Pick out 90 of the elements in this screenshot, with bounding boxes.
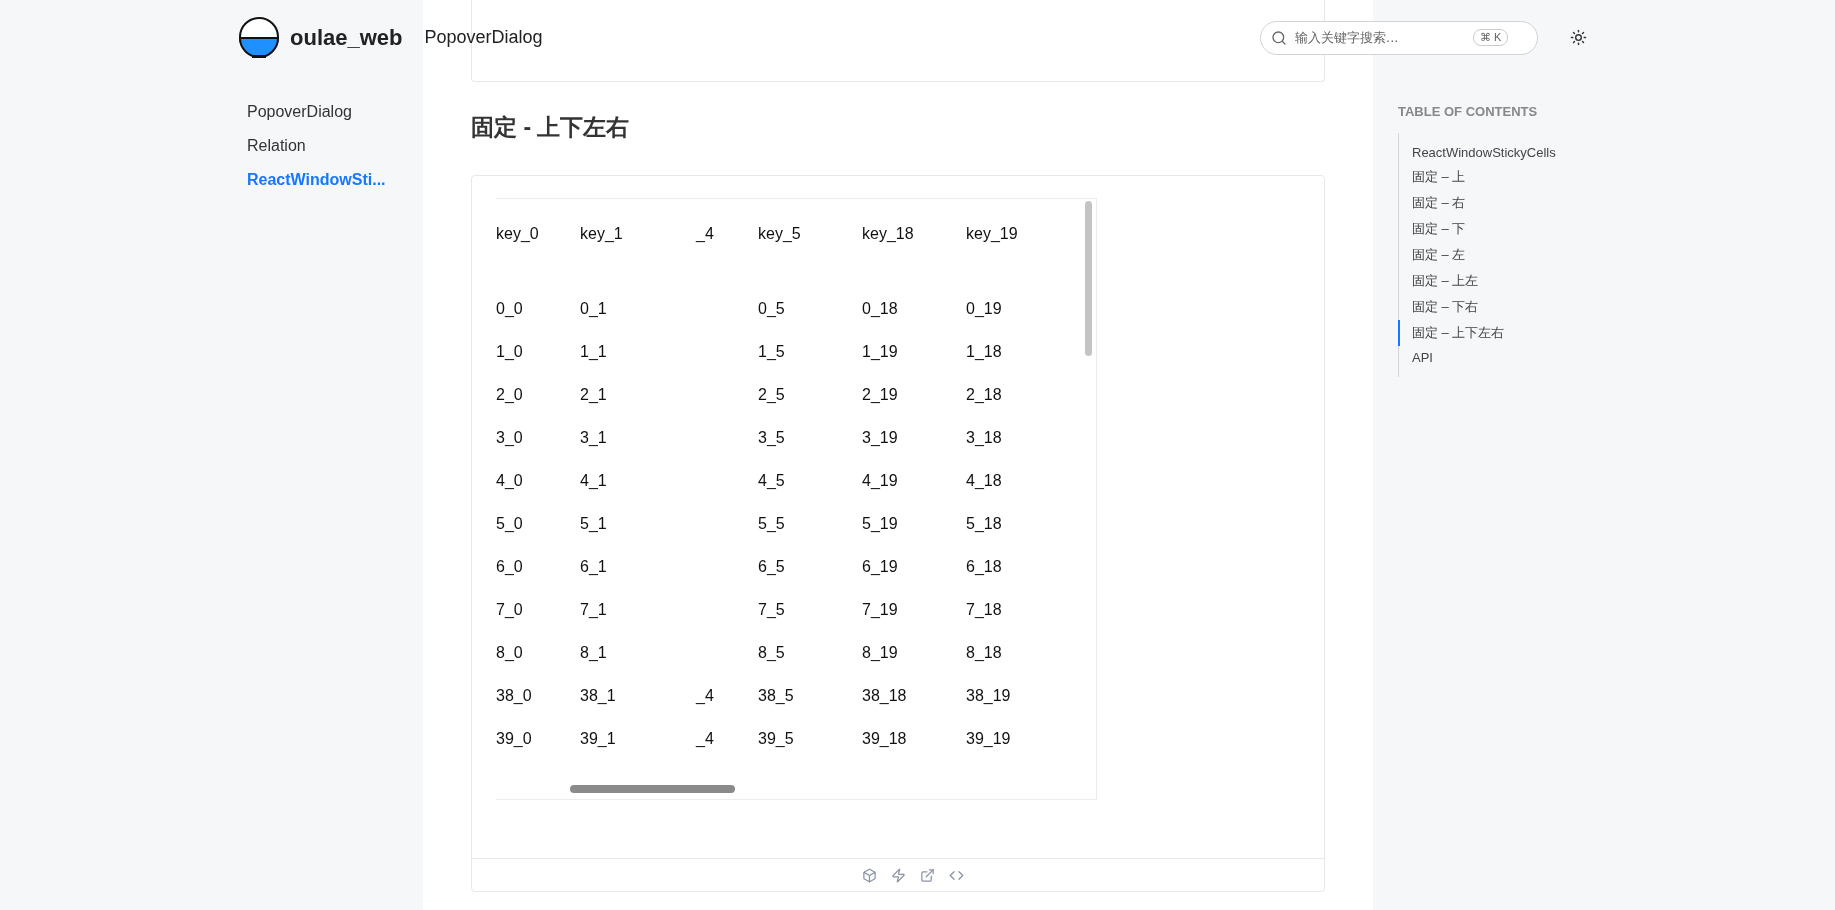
table-cell-text: 39_0 <box>496 730 533 749</box>
vertical-scrollbar[interactable] <box>1085 201 1092 356</box>
table-cell-text: 1_0 <box>496 343 524 362</box>
table-cell-text: 0_0 <box>496 300 524 319</box>
table-cell-text: 6_1 <box>580 558 608 577</box>
table-cell-text: 4_18 <box>966 472 1003 491</box>
table-cell-text: 6_5 <box>758 558 786 577</box>
table-cell-text: 8_0 <box>496 644 524 663</box>
column-header: key_1 <box>580 225 624 244</box>
toc-item[interactable]: 固定 – 左 <box>1398 242 1835 268</box>
table-cell-text: 4_1 <box>580 472 608 491</box>
column-header: _4 <box>696 225 715 244</box>
table-cell-text: 4_0 <box>496 472 524 491</box>
page-title: PopoverDialog <box>424 27 543 48</box>
table-cell-text: 5_18 <box>966 515 1003 534</box>
table-cell-text: 5_1 <box>580 515 608 534</box>
table-cell-text: 2_0 <box>496 386 524 405</box>
table-cell-text: 8_1 <box>580 644 608 663</box>
table-cell-text: 39_18 <box>862 730 908 749</box>
table-cell-text: 38_18 <box>862 687 908 706</box>
table-cell-text: 3_19 <box>862 429 899 448</box>
table-cell-text: 1_5 <box>758 343 786 362</box>
site-name[interactable]: oulae_web <box>290 24 403 51</box>
table-cell-text: 5_19 <box>862 515 899 534</box>
table-cell-text: 38_0 <box>496 687 533 706</box>
sidebar-item[interactable]: Relation <box>247 137 423 155</box>
column-header: key_0 <box>496 225 540 244</box>
cube-icon[interactable] <box>862 867 877 883</box>
theme-toggle-icon[interactable] <box>1570 29 1587 46</box>
toc-title: TABLE OF CONTENTS <box>1398 104 1539 119</box>
table-cell-text: 7_0 <box>496 601 524 620</box>
table-cell-text: _4 <box>696 730 715 749</box>
toc-item[interactable]: API <box>1398 346 1835 369</box>
table-cell-text: 4_5 <box>758 472 786 491</box>
table-cell-text: 39_1 <box>580 730 617 749</box>
table-cell-text: 7_19 <box>862 601 899 620</box>
column-header: key_19 <box>966 225 1019 244</box>
table-cell-text: 38_1 <box>580 687 617 706</box>
table-cell-text: 3_1 <box>580 429 608 448</box>
toc-item[interactable]: 固定 – 上下左右 <box>1398 320 1835 346</box>
table-cell-text: 5_0 <box>496 515 524 534</box>
table-cell-text: 8_5 <box>758 644 786 663</box>
column-header: key_18 <box>862 225 915 244</box>
table-cell-text: 7_5 <box>758 601 786 620</box>
column-header: key_5 <box>758 225 802 244</box>
table-cell-text: 8_18 <box>966 644 1003 663</box>
table-cell-text: 39_19 <box>966 730 1012 749</box>
horizontal-scrollbar[interactable] <box>570 785 735 793</box>
table-cell-text: 0_18 <box>862 300 899 319</box>
table-cell-text: 2_5 <box>758 386 786 405</box>
table-cell-text: _4 <box>696 687 715 706</box>
table-cell-text: 1_18 <box>966 343 1003 362</box>
table-cell-text: 8_19 <box>862 644 899 663</box>
table-cell-text: 39_5 <box>758 730 795 749</box>
toc-item[interactable]: 固定 – 下右 <box>1398 294 1835 320</box>
table-cell-text: 6_0 <box>496 558 524 577</box>
lightning-icon[interactable] <box>891 867 906 883</box>
table-cell-text: 2_19 <box>862 386 899 405</box>
sidebar-item[interactable]: PopoverDialog <box>247 103 423 121</box>
logo-icon <box>238 16 280 59</box>
search-input[interactable]: 输入关键字搜索... <box>1295 30 1465 45</box>
table-cell-text: 3_5 <box>758 429 786 448</box>
table-cell-text: 6_18 <box>966 558 1003 577</box>
external-link-icon[interactable] <box>920 867 935 883</box>
table-cell-text: 38_5 <box>758 687 795 706</box>
table-cell-text: 0_19 <box>966 300 1003 319</box>
shortcut-hint: ⌘ K <box>1473 29 1509 46</box>
table-cell-text: 4_19 <box>862 472 899 491</box>
table-cell-text: 6_19 <box>862 558 899 577</box>
toc-item[interactable]: 固定 – 右 <box>1398 190 1835 216</box>
table-cell-text: 1_1 <box>580 343 608 362</box>
table-cell-text: 38_19 <box>966 687 1012 706</box>
table-cell-text: 0_5 <box>758 300 786 319</box>
search-icon <box>1271 29 1287 46</box>
table-cell-text: 2_18 <box>966 386 1003 405</box>
table-cell-text: 1_19 <box>862 343 899 362</box>
search-field[interactable]: 输入关键字搜索... ⌘ K <box>1260 20 1538 55</box>
table-cell-text: 0_1 <box>580 300 608 319</box>
table-cell-text: 3_0 <box>496 429 524 448</box>
toc-item[interactable]: 固定 – 上左 <box>1398 268 1835 294</box>
table-cell-text: 2_1 <box>580 386 608 405</box>
table-cell-text: 3_18 <box>966 429 1003 448</box>
section-heading: 固定 - 上下左右 <box>471 113 631 142</box>
sidebar-item[interactable]: ReactWindowSti... <box>247 171 423 189</box>
table-cell-text: 7_18 <box>966 601 1003 620</box>
toc-item[interactable]: 固定 – 上 <box>1398 164 1835 190</box>
table-cell-text: 7_1 <box>580 601 608 620</box>
toc-item[interactable]: ReactWindowStickyCells <box>1398 141 1835 164</box>
table-cell-text: 5_5 <box>758 515 786 534</box>
toc-item[interactable]: 固定 – 下 <box>1398 216 1835 242</box>
